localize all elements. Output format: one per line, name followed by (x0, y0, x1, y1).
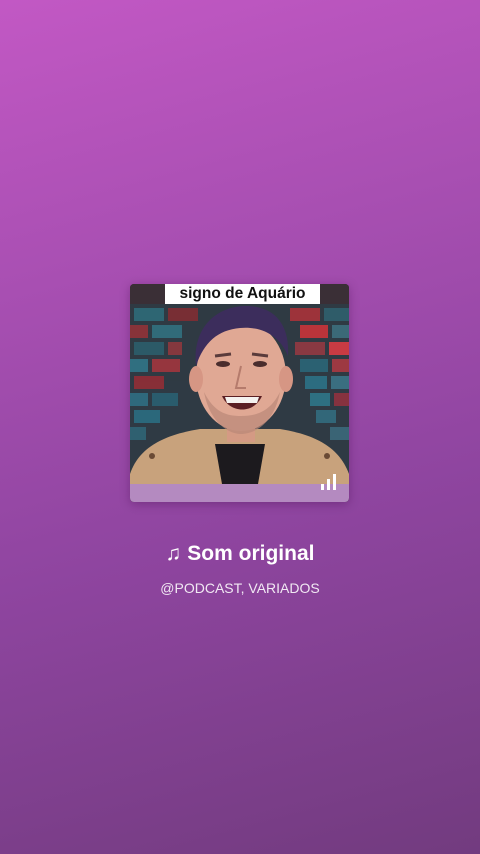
sound-title: Som original (187, 542, 315, 565)
sound-author-link[interactable]: @PODCAST, VARIADOS (0, 578, 480, 598)
sound-title-row[interactable]: ♫ Som original (0, 540, 480, 568)
music-note-icon: ♫ (165, 542, 182, 565)
audio-bars-icon (321, 474, 336, 490)
cover-caption: signo de Aquário (165, 284, 320, 304)
cover-thumbnail-image (130, 284, 349, 502)
sound-cover-card[interactable]: signo de Aquário (130, 284, 349, 502)
